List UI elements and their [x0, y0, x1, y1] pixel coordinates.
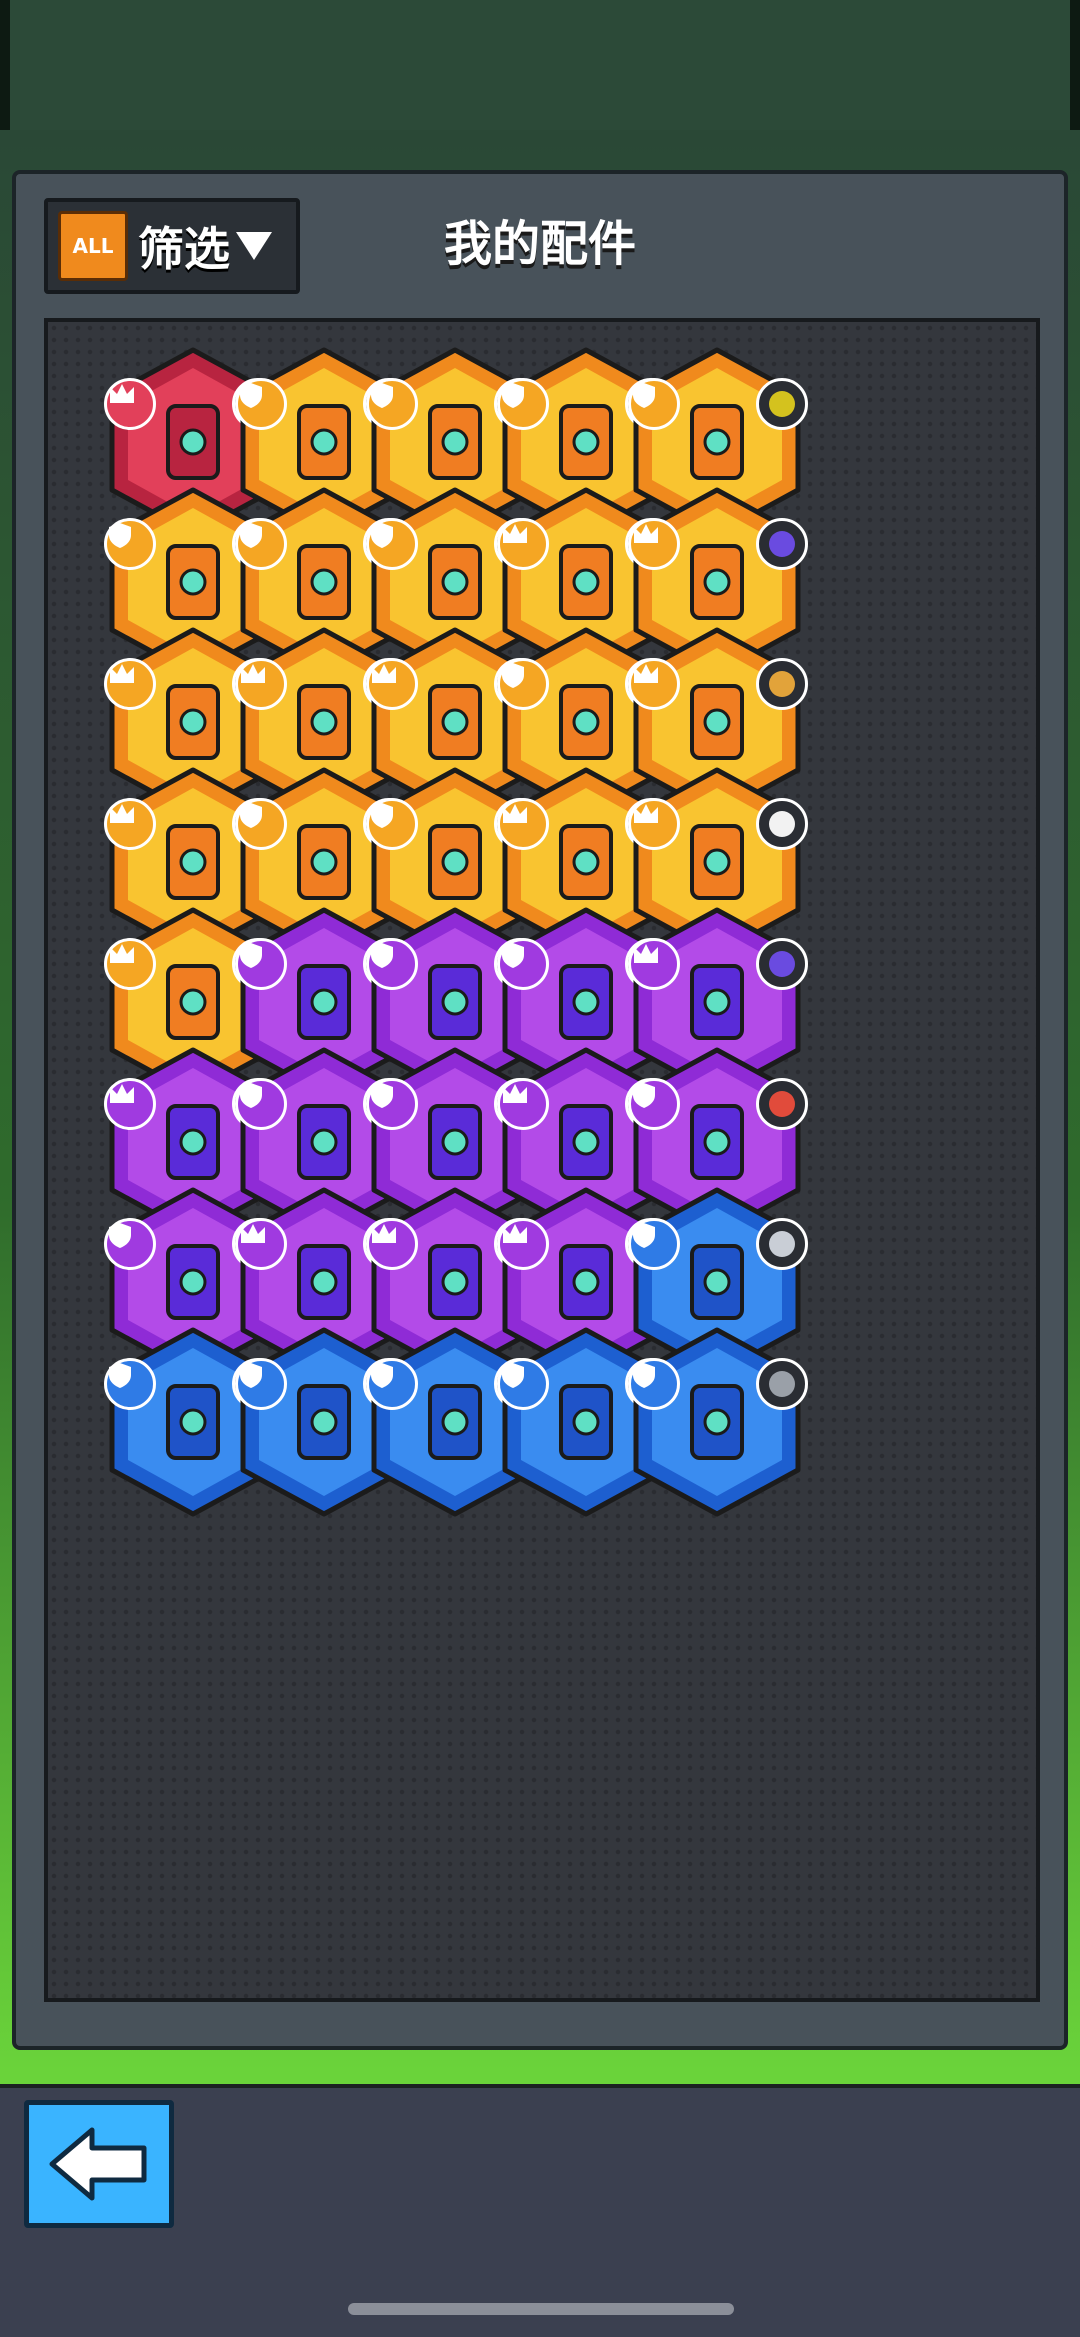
crown-icon — [628, 518, 680, 570]
crown-icon — [497, 518, 549, 570]
top-bar — [0, 0, 1080, 130]
crown-icon — [235, 658, 287, 710]
part-hex-frame — [633, 1327, 801, 1517]
cone-icon — [756, 518, 808, 570]
home-indicator — [348, 2303, 734, 2315]
element-dot — [769, 1231, 795, 1257]
radar-icon — [756, 378, 808, 430]
crown-icon — [628, 798, 680, 850]
shield-icon — [628, 1218, 680, 1270]
element-dot — [769, 1371, 795, 1397]
element-dot — [769, 1091, 795, 1117]
crown-icon — [628, 658, 680, 710]
shield-icon — [628, 1078, 680, 1130]
ball-icon — [756, 798, 808, 850]
shield-icon — [366, 1078, 418, 1130]
bottom-divider — [0, 2070, 1080, 2088]
horn-icon — [756, 658, 808, 710]
rocket-icon — [756, 1078, 808, 1130]
shield-icon — [235, 938, 287, 990]
crown-icon — [366, 658, 418, 710]
shield-icon — [497, 658, 549, 710]
part-card[interactable] — [622, 1324, 812, 1520]
element-dot — [769, 951, 795, 977]
shield-icon — [366, 798, 418, 850]
shield-icon — [104, 1218, 156, 1270]
top-bar-edge-right — [1070, 0, 1080, 130]
shield-icon — [497, 1358, 549, 1410]
crown-icon — [235, 1218, 287, 1270]
crown-icon — [497, 1218, 549, 1270]
shield-icon — [235, 1078, 287, 1130]
cone-icon — [756, 938, 808, 990]
crown-icon — [104, 1078, 156, 1130]
element-dot — [769, 531, 795, 557]
all-filter-badge: ALL — [58, 211, 128, 281]
element-dot — [769, 391, 795, 417]
shield-icon — [366, 378, 418, 430]
crown-icon — [628, 938, 680, 990]
crown-icon — [104, 938, 156, 990]
shield-icon — [235, 1358, 287, 1410]
crown-icon — [497, 1078, 549, 1130]
page-title: 我的配件 — [443, 216, 636, 272]
shield-icon — [235, 798, 287, 850]
dropdown-arrow-icon — [236, 232, 272, 260]
shield-icon — [235, 518, 287, 570]
shield-icon — [366, 938, 418, 990]
element-dot — [769, 671, 795, 697]
crown-icon — [497, 798, 549, 850]
shield-icon — [628, 1358, 680, 1410]
parts-grid[interactable]: 32222222222211122222111 — [44, 318, 1040, 2002]
shield-icon — [104, 518, 156, 570]
crown-icon — [366, 1218, 418, 1270]
shield-icon — [366, 1358, 418, 1410]
element-dot — [769, 811, 795, 837]
crown-icon — [104, 378, 156, 430]
filter-label: 筛选 — [138, 222, 230, 276]
shield-icon — [235, 378, 287, 430]
shield-icon — [628, 378, 680, 430]
top-bar-edge-left — [0, 0, 10, 130]
shield-icon — [497, 378, 549, 430]
back-arrow-icon — [49, 2127, 147, 2201]
crown-icon — [104, 658, 156, 710]
filter-button[interactable]: ALL 筛选 — [44, 198, 300, 294]
shield-icon — [497, 938, 549, 990]
shield-icon — [104, 1358, 156, 1410]
feather-icon — [756, 1218, 808, 1270]
crown-icon — [104, 798, 156, 850]
back-button[interactable] — [24, 2100, 174, 2228]
shield-icon — [366, 518, 418, 570]
gear-icon — [756, 1358, 808, 1410]
